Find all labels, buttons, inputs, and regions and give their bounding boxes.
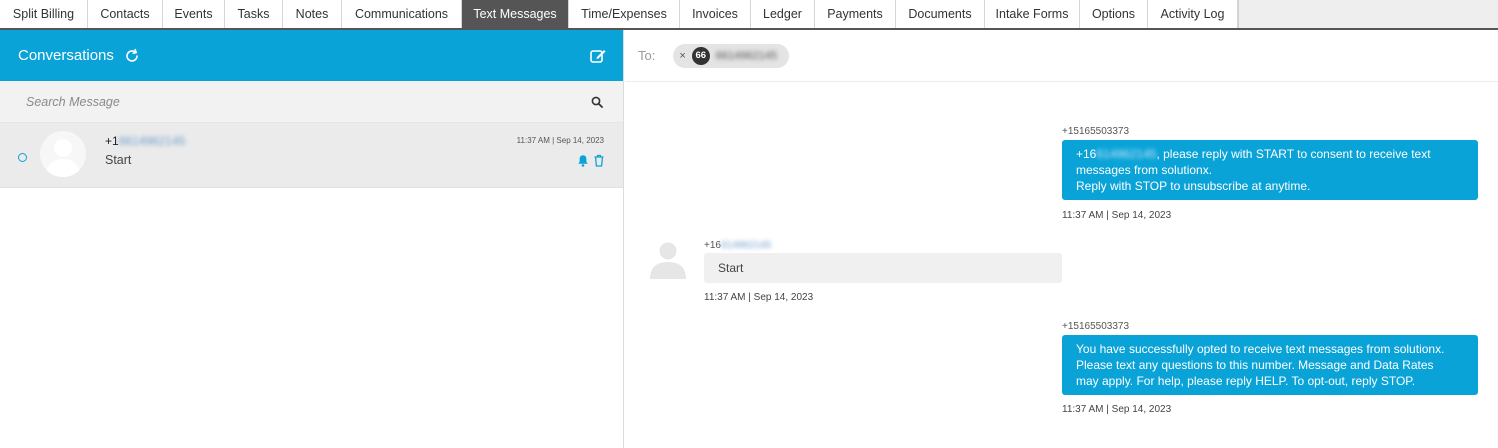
message-line: +16614962145, please reply with START to… [1076,146,1464,162]
tab-text-messages[interactable]: Text Messages [462,0,569,28]
outgoing-message-bubble: +16614962145, please reply with START to… [1062,140,1478,200]
message-time: 11:37 AM | Sep 14, 2023 [1062,404,1172,415]
user-avatar-icon [46,139,80,177]
tab-contacts[interactable]: Contacts [88,0,163,28]
remove-recipient-icon[interactable]: × [679,50,685,62]
message-number-redacted: 614962145 [1096,147,1157,161]
conversation-preview: Start [105,153,132,167]
conversation-time: 11:37 AM | Sep 14, 2023 [516,136,604,145]
message-time: 11:37 AM | Sep 14, 2023 [704,292,814,303]
trash-icon[interactable] [593,154,605,167]
search-input[interactable] [26,94,591,109]
conversation-item[interactable]: +16614962145 Start 11:37 AM | Sep 14, 20… [0,123,623,188]
tab-ledger[interactable]: Ledger [751,0,815,28]
avatar [40,131,86,177]
message-time: 11:37 AM | Sep 14, 2023 [1062,210,1172,221]
to-label: To: [638,48,656,63]
tab-activity-log[interactable]: Activity Log [1148,0,1238,28]
tab-options[interactable]: Options [1080,0,1148,28]
recipient-chip[interactable]: × 66 6614962145 [673,43,789,68]
conversations-header: Conversations [0,30,623,81]
message-line-text: , please reply with START to consent to … [1156,147,1431,161]
search-icon[interactable] [591,96,603,108]
tab-tasks[interactable]: Tasks [225,0,283,28]
unread-indicator [18,153,27,162]
message-line: Reply with STOP to unsubscribe at anytim… [1076,179,1311,193]
message-sender: +16614962145 [704,240,771,251]
message-thread-panel: To: × 66 6614962145 +15165503373 +166149… [625,30,1498,448]
tab-intake-forms[interactable]: Intake Forms [985,0,1080,28]
message-line: You have successfully opted to receive t… [1076,342,1445,356]
search-bar [0,81,623,123]
tab-invoices[interactable]: Invoices [680,0,751,28]
recipient-number-redacted: 6614962145 [715,49,777,62]
refresh-icon[interactable] [124,48,140,64]
incoming-message-bubble: Start [704,253,1062,283]
message-sender: +15165503373 [1062,321,1130,332]
tab-events[interactable]: Events [163,0,225,28]
user-avatar-icon [650,242,686,279]
recipient-badge: 66 [691,46,710,65]
outgoing-message-bubble: You have successfully opted to receive t… [1062,335,1478,395]
recipient-row: To: × 66 6614962145 [625,30,1498,82]
conversations-title: Conversations [18,47,114,64]
sender-prefix: +16 [704,240,721,251]
tab-notes[interactable]: Notes [283,0,342,28]
message-line: Please text any questions to this number… [1076,358,1434,372]
tab-documents[interactable]: Documents [896,0,985,28]
conversations-panel: Conversations +16614962145 Start 11:37 [0,30,624,448]
contact-prefix: +1 [105,134,119,148]
tab-payments[interactable]: Payments [815,0,896,28]
message-sender: +15165503373 [1062,126,1130,137]
conversation-contact: +16614962145 [105,134,185,148]
tab-bar: Split Billing Contacts Events Tasks Note… [0,0,1498,30]
tab-split-billing[interactable]: Split Billing [0,0,88,28]
tab-bar-filler [1238,0,1498,28]
contact-number-redacted: 6614962145 [118,134,186,148]
bell-icon[interactable] [577,154,589,167]
tab-time-expenses[interactable]: Time/Expenses [569,0,680,28]
sender-number-redacted: 614962145 [720,240,772,251]
message-line: may apply. For help, please reply HELP. … [1076,374,1416,388]
message-number-prefix: +16 [1076,147,1097,161]
conversation-actions [577,154,605,167]
message-line: messages from solutionx. [1076,163,1213,177]
tab-communications[interactable]: Communications [342,0,462,28]
compose-icon[interactable] [589,47,607,65]
